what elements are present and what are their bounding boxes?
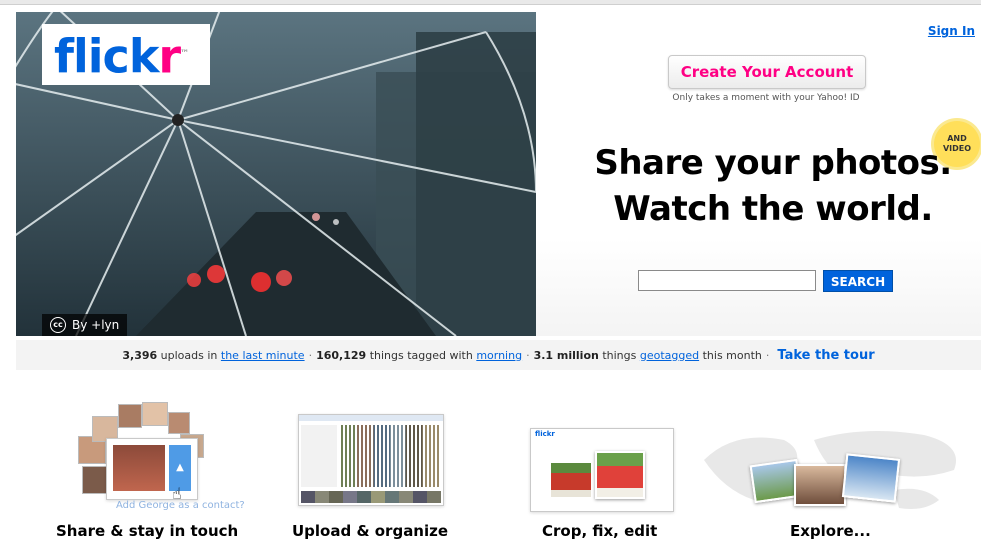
uploads-count: 3,396	[122, 348, 158, 362]
organizer-filmstrip	[301, 491, 441, 503]
search-button[interactable]: SEARCH	[823, 270, 893, 292]
create-account-button[interactable]: Create Your Account	[668, 55, 866, 89]
photo-credit[interactable]: cc By +lyn	[42, 314, 128, 336]
feature-upload-label[interactable]: Upload & organize	[292, 522, 448, 540]
feature-share[interactable]: ▲ ☝ Add George as a contact?	[72, 400, 272, 512]
feature-upload[interactable]	[298, 414, 444, 506]
editor-window: flickr	[530, 428, 674, 512]
morning-tag-link[interactable]: morning	[476, 349, 522, 362]
editor-after-photo	[595, 451, 645, 499]
feature-crop[interactable]: flickr	[530, 428, 674, 512]
last-minute-link[interactable]: the last minute	[221, 349, 305, 362]
organizer-window	[298, 414, 444, 506]
feature-share-label[interactable]: Share & stay in touch	[56, 522, 238, 540]
editor-mini-logo: flickr	[535, 430, 555, 438]
browser-top-line	[0, 0, 981, 5]
feature-explore[interactable]	[694, 420, 974, 516]
activity-stats-bar: 3,396 uploads in the last minute · 160,12…	[16, 340, 981, 370]
flickr-logo[interactable]: flickr™	[54, 26, 189, 84]
creative-commons-icon: cc	[50, 317, 66, 333]
headline-line-2: Watch the world.	[613, 189, 933, 229]
feature-crop-label[interactable]: Crop, fix, edit	[542, 522, 657, 540]
create-account-subtitle: Only takes a moment with your Yahoo! ID	[672, 93, 860, 103]
sign-in-link[interactable]: Sign In	[928, 24, 975, 38]
feature-explore-label[interactable]: Explore...	[790, 522, 871, 540]
photo-credit-text[interactable]: By +lyn	[72, 314, 119, 336]
take-the-tour-link[interactable]: Take the tour	[777, 348, 874, 363]
geotagged-link[interactable]: geotagged	[640, 349, 699, 362]
contact-card: ▲	[106, 438, 198, 500]
contact-photo	[118, 404, 142, 428]
organizer-toolbar	[299, 415, 443, 421]
headline: Share your photos. Watch the world.	[588, 140, 958, 232]
contact-card-photo	[113, 445, 165, 491]
add-contact-hint: Add George as a contact?	[116, 500, 245, 511]
contact-photo	[168, 412, 190, 434]
explore-photo-people	[794, 464, 846, 506]
contact-photo	[82, 466, 108, 494]
hero-photo[interactable]: flickr™ cc By +lyn	[16, 12, 536, 336]
search-input[interactable]	[638, 270, 816, 291]
headline-line-1: Share your photos.	[594, 143, 952, 183]
organizer-sidebar	[301, 425, 337, 487]
geotagged-count: 3.1 million	[533, 348, 599, 362]
flickr-logo-box[interactable]: flickr™	[42, 24, 210, 85]
contact-photo	[142, 402, 168, 426]
explore-photo-statue	[841, 453, 901, 503]
tagged-count: 160,129	[316, 348, 367, 362]
editor-before-photo	[551, 463, 591, 497]
organizer-photo-grid	[341, 425, 439, 487]
